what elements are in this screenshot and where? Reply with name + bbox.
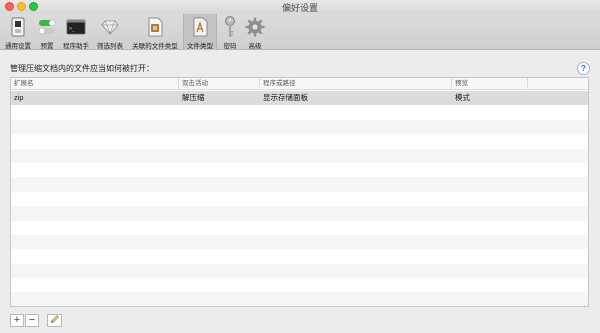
- tab-filter-list[interactable]: 筛选列表: [94, 14, 126, 50]
- empty-row: [11, 221, 588, 235]
- column-header-preview[interactable]: 预览: [452, 78, 528, 90]
- preferences-toolbar: 通用设置 预置 >_ 程序助手 筛选列表 关联的文件类型 文件类型 密码 高级: [0, 14, 600, 50]
- tab-general[interactable]: 通用设置: [2, 14, 34, 50]
- empty-row: [11, 148, 588, 163]
- preferences-window: 偏好设置 通用设置 预置 >_ 程序助手 筛选列表 关联的文件类型 文件类型 密…: [0, 0, 600, 333]
- edit-button[interactable]: [47, 314, 62, 327]
- remove-button[interactable]: −: [25, 314, 39, 327]
- empty-row: [11, 278, 588, 292]
- empty-row: [11, 234, 588, 250]
- empty-row: [11, 192, 588, 206]
- table-body: zip 解压缩 显示存储面板 模式: [11, 91, 588, 306]
- empty-row: [11, 206, 588, 221]
- empty-row: [11, 119, 588, 135]
- title-bar: 偏好设置: [0, 0, 600, 14]
- file-type-table[interactable]: 扩展名 双击活动 程序或路径 预览 zip 解压缩 显示存储面板 模式: [10, 77, 589, 307]
- empty-row: [11, 105, 588, 119]
- toggle-icon: [36, 16, 58, 38]
- section-heading: 管理压缩文档内的文件应当如何被打开：: [10, 64, 154, 73]
- diamond-filter-icon: [99, 16, 121, 38]
- gear-icon: [244, 16, 266, 38]
- add-button[interactable]: +: [10, 314, 24, 327]
- tab-advanced[interactable]: 高级: [243, 14, 267, 50]
- help-button[interactable]: ?: [577, 62, 590, 75]
- cell-double-click[interactable]: 解压缩: [179, 91, 205, 105]
- general-switch-icon: [7, 16, 29, 38]
- column-header-extension[interactable]: 扩展名: [11, 78, 179, 90]
- cell-preview[interactable]: 模式: [452, 91, 470, 105]
- window-title: 偏好设置: [281, 3, 318, 13]
- empty-row: [11, 134, 588, 148]
- cell-app-path[interactable]: 显示存储面板: [260, 91, 308, 105]
- key-icon: [219, 16, 241, 38]
- tab-presets[interactable]: 预置: [36, 14, 58, 50]
- column-header-double-click[interactable]: 双击活动: [179, 78, 260, 90]
- column-header-app-path[interactable]: 程序或路径: [260, 78, 452, 90]
- empty-row: [11, 249, 588, 263]
- empty-row: [11, 177, 588, 192]
- file-association-icon: [144, 16, 166, 38]
- pencil-icon: [50, 314, 60, 327]
- tab-file-types[interactable]: 文件类型: [183, 14, 217, 50]
- empty-row: [11, 163, 588, 177]
- tab-app-helper[interactable]: >_ 程序助手: [60, 14, 92, 50]
- cell-extension: zip: [14, 93, 24, 102]
- terminal-icon: >_: [65, 16, 87, 38]
- tab-associated-file-types[interactable]: 关联的文件类型: [128, 14, 182, 50]
- empty-row: [11, 292, 588, 306]
- tab-password[interactable]: 密码: [219, 14, 241, 50]
- empty-row: [11, 263, 588, 279]
- file-type-icon: [189, 16, 211, 38]
- table-row[interactable]: zip 解压缩 显示存储面板 模式: [11, 91, 588, 106]
- svg-text:>_: >_: [69, 26, 76, 32]
- table-header: 扩展名 双击活动 程序或路径 预览: [11, 78, 588, 90]
